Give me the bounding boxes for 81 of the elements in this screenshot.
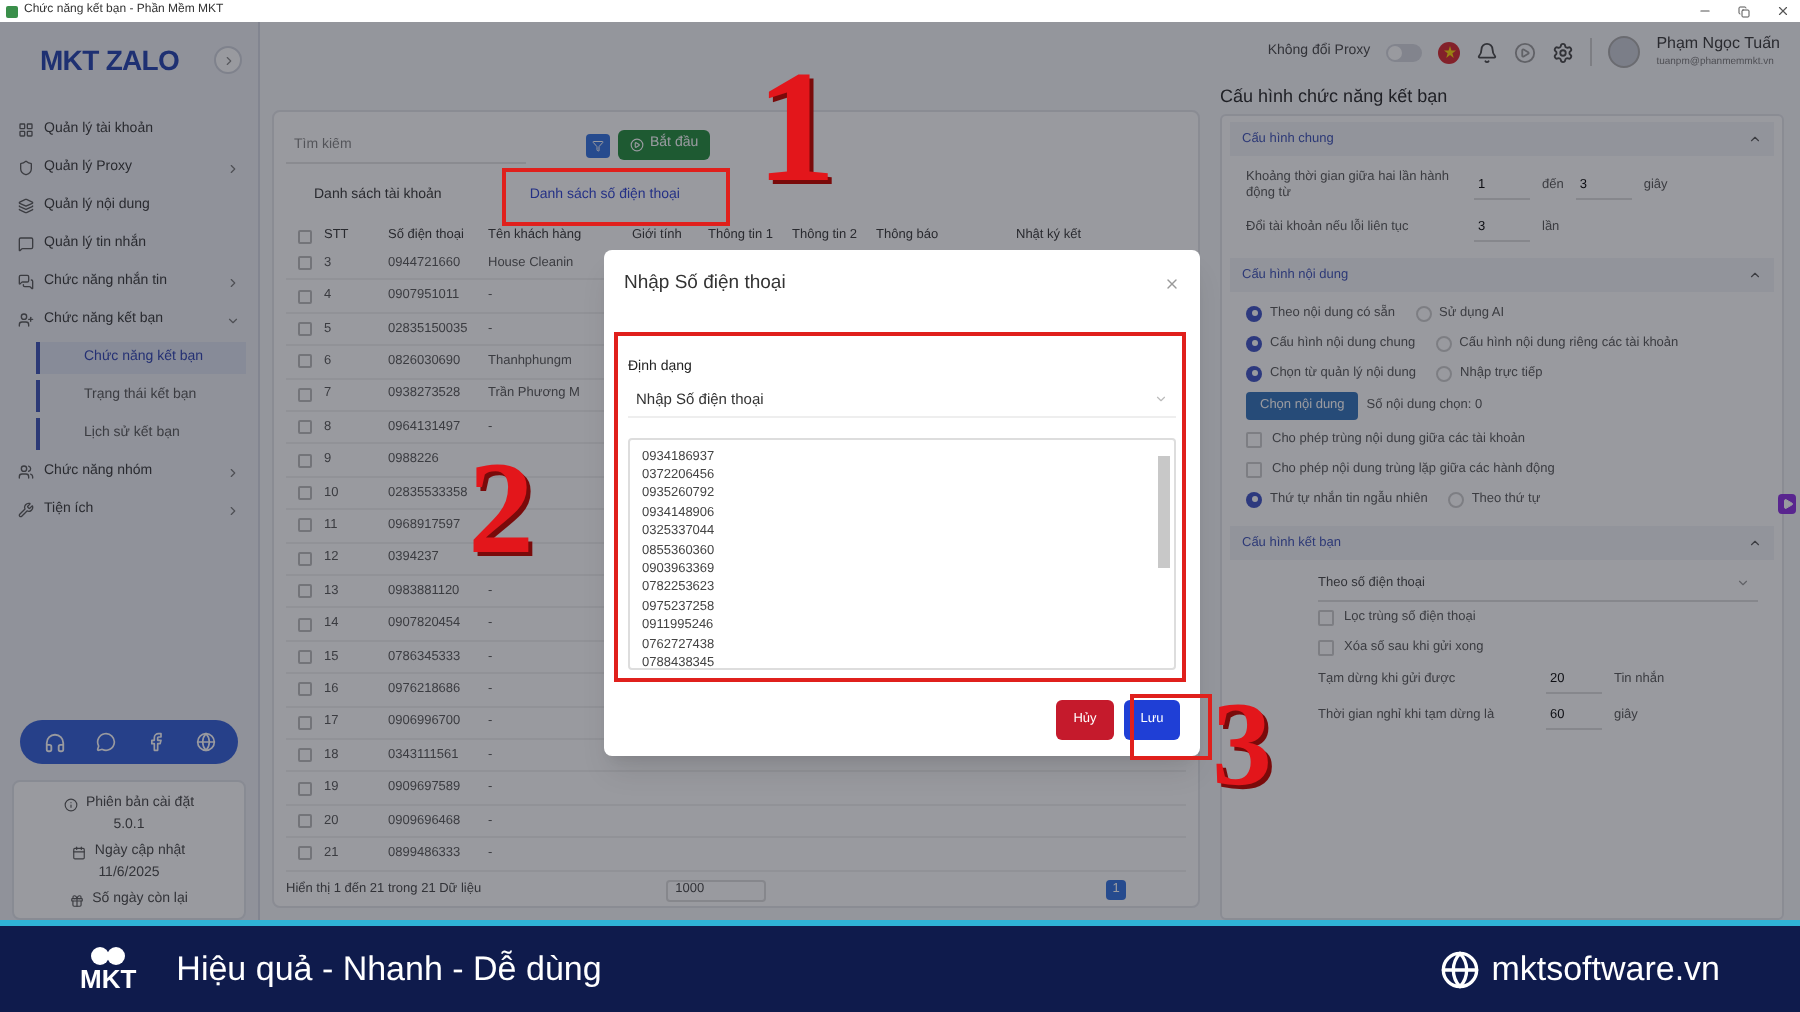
row-checkbox[interactable] bbox=[298, 617, 312, 632]
row-checkbox[interactable] bbox=[298, 551, 312, 566]
row-checkbox[interactable] bbox=[298, 420, 312, 435]
row-checkbox[interactable] bbox=[298, 781, 312, 796]
dialog-title: Nhập Số điện thoại bbox=[624, 269, 786, 298]
row-checkbox[interactable] bbox=[298, 846, 312, 861]
menu-icon bbox=[18, 236, 34, 252]
row-checkbox[interactable] bbox=[298, 289, 312, 304]
checkbox[interactable] bbox=[1246, 431, 1262, 447]
step-number: 3 bbox=[1212, 684, 1272, 804]
app-icon bbox=[6, 5, 18, 17]
restore-icon[interactable] bbox=[1738, 5, 1750, 17]
chevron-icon bbox=[226, 161, 240, 175]
row-checkbox[interactable] bbox=[298, 748, 312, 763]
filter-icon bbox=[592, 139, 604, 152]
row-checkbox[interactable] bbox=[298, 649, 312, 664]
minimize-icon[interactable] bbox=[1698, 4, 1712, 18]
checkbox[interactable] bbox=[1246, 461, 1262, 477]
radio-button[interactable] bbox=[1246, 305, 1262, 321]
chevron-icon bbox=[226, 465, 240, 479]
row-checkbox[interactable] bbox=[298, 486, 312, 501]
radio-button[interactable] bbox=[1436, 365, 1453, 381]
radio-button[interactable] bbox=[1447, 491, 1464, 507]
chevron-icon bbox=[226, 503, 240, 517]
checkbox[interactable] bbox=[1318, 609, 1334, 625]
row-checkbox[interactable] bbox=[298, 518, 312, 533]
collapse-button[interactable] bbox=[214, 46, 242, 74]
play-icon bbox=[630, 138, 644, 153]
chat-icon[interactable] bbox=[95, 732, 115, 752]
chevron-icon bbox=[221, 53, 235, 67]
radio-button[interactable] bbox=[1415, 305, 1432, 321]
step-number: 1 bbox=[756, 48, 836, 208]
play-icon[interactable] bbox=[1514, 41, 1537, 63]
filter-button[interactable] bbox=[586, 133, 610, 158]
row-checkbox[interactable] bbox=[298, 387, 312, 402]
row-checkbox[interactable] bbox=[298, 322, 312, 337]
row-checkbox[interactable] bbox=[298, 453, 312, 468]
app-logo: MKT ZALO bbox=[40, 41, 180, 79]
radio-button[interactable] bbox=[1246, 491, 1262, 507]
facebook-icon[interactable] bbox=[145, 732, 165, 752]
panel-title: Cấu hình chức năng kết bạn bbox=[1220, 84, 1450, 111]
globe-icon[interactable] bbox=[195, 732, 215, 752]
highlight-frame bbox=[1130, 694, 1212, 760]
chevron-icon bbox=[1748, 132, 1762, 146]
radio-button[interactable] bbox=[1435, 335, 1452, 351]
row-checkbox[interactable] bbox=[298, 584, 312, 599]
website: mktsoftware.vn bbox=[1491, 947, 1720, 992]
slogan: Hiệu quả - Nhanh - Dễ dùng bbox=[176, 947, 602, 992]
menu-icon bbox=[18, 464, 34, 480]
row-checkbox[interactable] bbox=[298, 813, 312, 828]
globe-icon bbox=[1439, 949, 1480, 989]
headset-icon[interactable] bbox=[43, 731, 65, 753]
side-play-tab[interactable] bbox=[1778, 494, 1796, 514]
avatar[interactable] bbox=[1608, 36, 1641, 68]
chevron-icon bbox=[226, 275, 240, 289]
chevron-icon bbox=[1154, 392, 1168, 406]
row-checkbox[interactable] bbox=[298, 256, 312, 271]
settings-icon[interactable] bbox=[1552, 41, 1575, 63]
row-checkbox[interactable] bbox=[298, 715, 312, 730]
row-checkbox[interactable] bbox=[298, 354, 312, 369]
user-name: Phạm Ngọc Tuấn bbox=[1656, 32, 1780, 56]
menu-icon bbox=[18, 122, 34, 138]
step-number: 2 bbox=[468, 444, 534, 576]
menu-icon bbox=[18, 160, 34, 176]
banner-logo: MKT bbox=[80, 966, 137, 992]
radio-button[interactable] bbox=[1246, 365, 1262, 381]
radio-button[interactable] bbox=[1246, 335, 1262, 351]
menu-icon bbox=[18, 274, 34, 290]
checkbox[interactable] bbox=[1318, 639, 1334, 655]
row-checkbox[interactable] bbox=[298, 682, 312, 697]
chevron-icon bbox=[1748, 268, 1762, 282]
chevron-icon bbox=[1736, 576, 1750, 590]
chevron-icon bbox=[1748, 536, 1762, 550]
flag-icon[interactable] bbox=[1438, 41, 1461, 63]
checkbox[interactable] bbox=[298, 229, 312, 244]
menu-icon bbox=[18, 198, 34, 214]
bell-icon[interactable] bbox=[1476, 41, 1499, 63]
chevron-icon bbox=[226, 313, 240, 327]
close-icon[interactable] bbox=[1776, 4, 1790, 18]
menu-icon bbox=[18, 502, 34, 518]
menu-icon bbox=[18, 312, 34, 328]
